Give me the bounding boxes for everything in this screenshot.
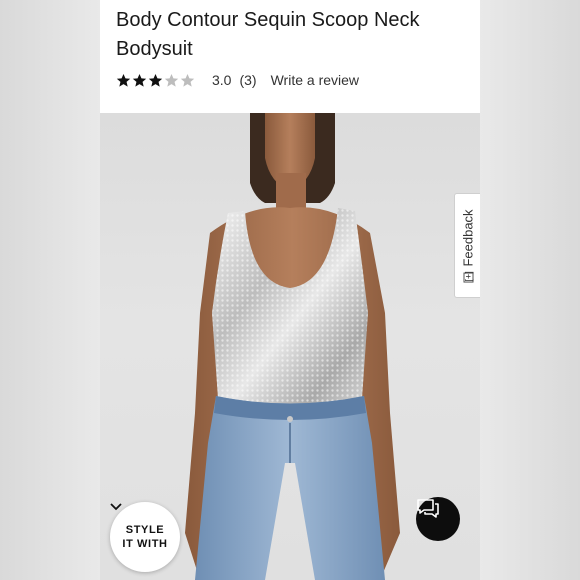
background-right [480,0,580,580]
rating-score: 3.0 [212,72,232,88]
write-review-link[interactable]: Write a review [271,72,359,88]
product-page: Body Contour Sequin Scoop Neck Bodysuit … [100,0,480,580]
star-empty-icon [164,73,179,88]
feedback-plus-icon: [+] [462,270,473,283]
chevron-down-icon [110,503,122,511]
chat-button[interactable] [416,497,460,541]
star-filled-icon [132,73,147,88]
chat-bubbles-icon [417,499,439,518]
product-header: Body Contour Sequin Scoop Neck Bodysuit … [100,0,480,113]
style-it-with-button[interactable]: STYLE IT WITH [110,502,180,572]
style-line-2: IT WITH [122,538,168,550]
star-filled-icon [116,73,131,88]
background-left [0,0,100,580]
rating-row: 3.0 (3) Write a review [116,70,359,90]
feedback-tab[interactable]: [+] Feedback [454,193,480,298]
product-title: Body Contour Sequin Scoop Neck Bodysuit [116,9,420,60]
review-count[interactable]: (3) [239,72,256,88]
star-rating [116,73,196,88]
star-filled-icon [148,73,163,88]
style-line-1: STYLE [125,524,165,536]
star-empty-icon [180,73,195,88]
feedback-label: Feedback [460,208,475,267]
product-image[interactable]: [+] Feedback STYLE IT WITH [100,113,480,580]
